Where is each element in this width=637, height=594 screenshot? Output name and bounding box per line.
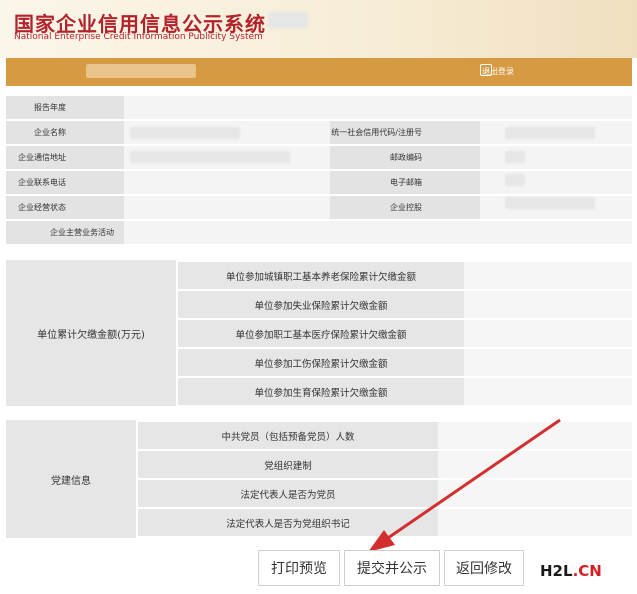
arrow-head [368,530,395,552]
print-preview-button[interactable]: 打印预览 [258,550,340,586]
back-edit-button[interactable]: 返回修改 [444,550,524,586]
site-watermark: H2L.CN [540,562,602,580]
arrow-line [384,418,561,542]
submit-publish-button[interactable]: 提交并公示 [344,550,440,586]
arrow-annotation [368,418,561,552]
